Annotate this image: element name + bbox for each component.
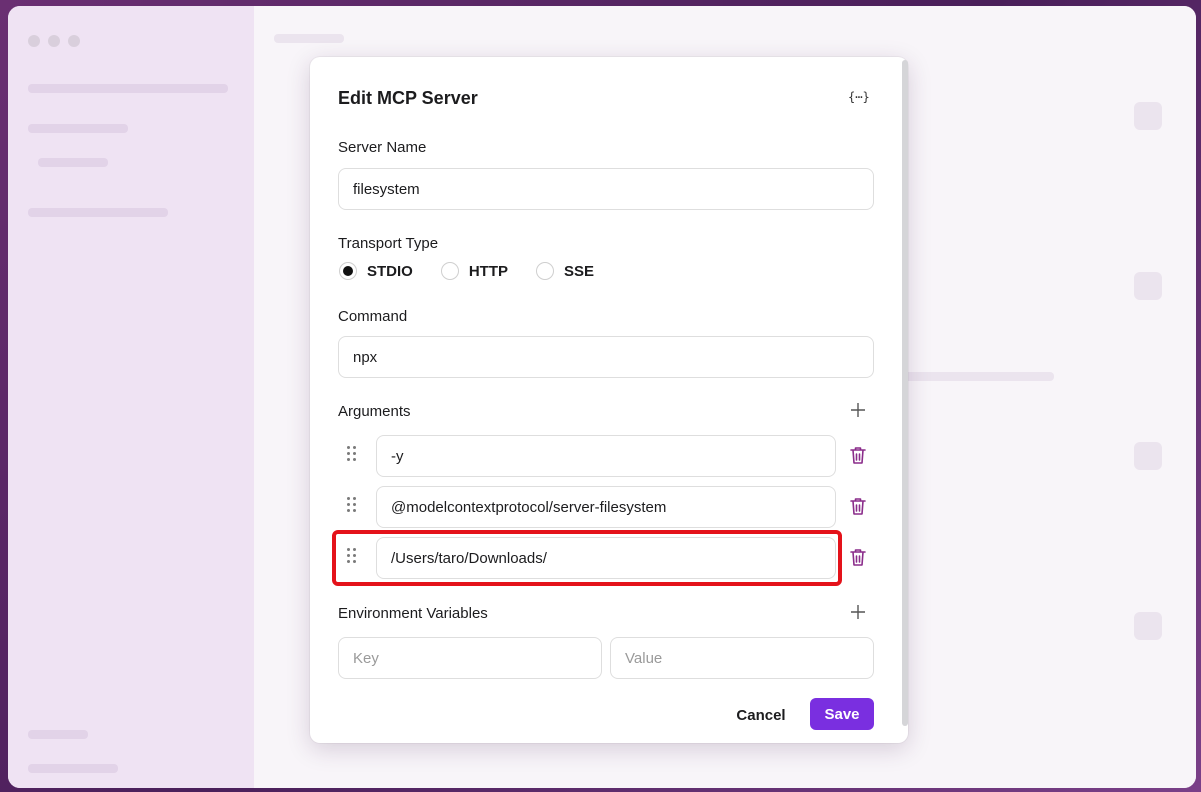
environment-variables-label: Environment Variables [338, 605, 488, 622]
delete-argument-button[interactable] [849, 446, 869, 466]
transport-option-sse[interactable]: SSE [536, 262, 594, 280]
sidebar-placeholder [28, 730, 88, 739]
content-placeholder [1134, 442, 1162, 470]
content-placeholder [1134, 102, 1162, 130]
transport-option-stdio[interactable]: STDIO [339, 262, 413, 280]
dialog-title: Edit MCP Server [338, 88, 478, 108]
minimize-window-button[interactable] [48, 35, 60, 47]
dialog-scrollbar[interactable] [902, 60, 908, 726]
server-name-label: Server Name [338, 139, 427, 156]
delete-argument-button[interactable] [849, 548, 869, 568]
arguments-label: Arguments [338, 403, 411, 420]
command-label: Command [338, 308, 408, 325]
save-button[interactable]: Save [810, 698, 874, 730]
argument-input[interactable] [376, 537, 836, 579]
env-key-input[interactable] [338, 637, 602, 679]
sidebar-placeholder [28, 764, 118, 773]
transport-option-label: STDIO [367, 262, 413, 280]
code-braces-icon[interactable]: {⋯} [848, 90, 870, 104]
radio-unchecked-icon [440, 262, 459, 280]
radio-unchecked-icon [536, 262, 555, 280]
content-placeholder [1134, 272, 1162, 300]
env-value-input[interactable] [610, 637, 874, 679]
server-name-input[interactable] [338, 168, 874, 210]
content-placeholder [904, 372, 1054, 381]
plus-icon [851, 605, 865, 619]
drag-handle-icon[interactable] [347, 548, 359, 568]
trash-icon [850, 549, 866, 566]
add-environment-variable-button[interactable] [848, 602, 868, 622]
transport-type-radio-group: STDIO HTTP SSE [339, 262, 622, 280]
transport-option-label: HTTP [468, 262, 509, 280]
sidebar-placeholder [28, 124, 128, 133]
sidebar-placeholder [28, 84, 228, 93]
content-placeholder [274, 34, 344, 43]
transport-option-http[interactable]: HTTP [440, 262, 509, 280]
window-controls [28, 35, 80, 47]
zoom-window-button[interactable] [68, 35, 80, 47]
delete-argument-button[interactable] [849, 497, 869, 517]
argument-input[interactable] [376, 435, 836, 477]
sidebar [8, 6, 254, 788]
drag-handle-icon[interactable] [347, 446, 359, 466]
command-input[interactable] [338, 336, 874, 378]
sidebar-placeholder [38, 158, 108, 167]
add-argument-button[interactable] [848, 400, 868, 420]
content-placeholder [1134, 612, 1162, 640]
argument-input[interactable] [376, 486, 836, 528]
drag-handle-icon[interactable] [347, 497, 359, 517]
cancel-button[interactable]: Cancel [725, 700, 797, 730]
trash-icon [850, 498, 866, 515]
plus-icon [851, 403, 865, 417]
trash-icon [850, 447, 866, 464]
transport-type-label: Transport Type [338, 235, 439, 252]
transport-option-label: SSE [564, 262, 595, 280]
sidebar-placeholder [28, 208, 168, 217]
radio-checked-icon [339, 262, 357, 280]
close-window-button[interactable] [28, 35, 40, 47]
